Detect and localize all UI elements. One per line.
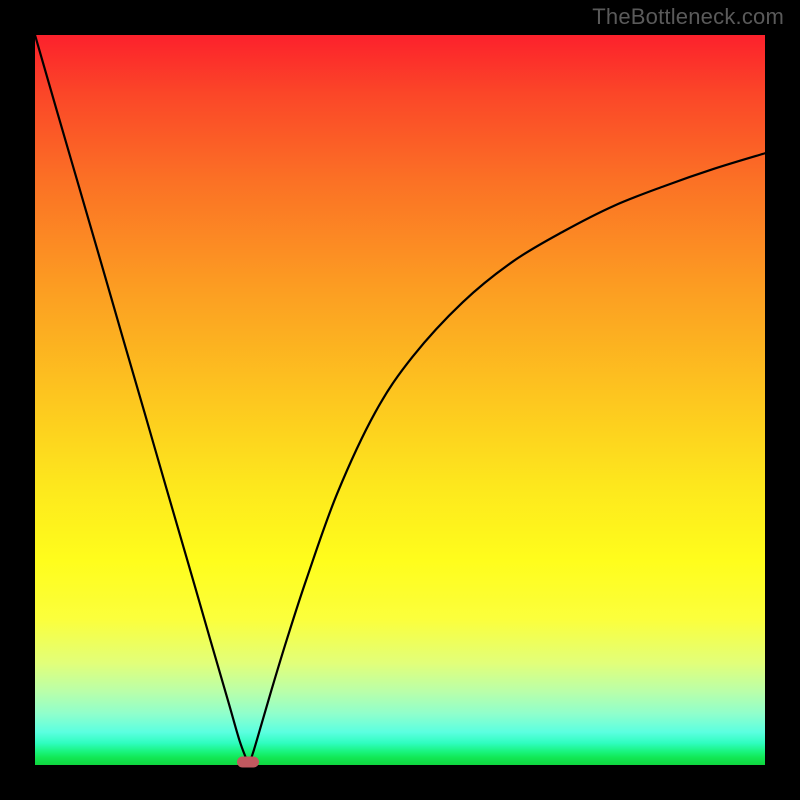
curve-layer <box>35 35 765 765</box>
minimum-marker <box>237 757 259 768</box>
chart-frame: TheBottleneck.com <box>0 0 800 800</box>
curve-path <box>35 35 765 765</box>
watermark-text: TheBottleneck.com <box>592 4 784 30</box>
plot-area <box>35 35 765 765</box>
